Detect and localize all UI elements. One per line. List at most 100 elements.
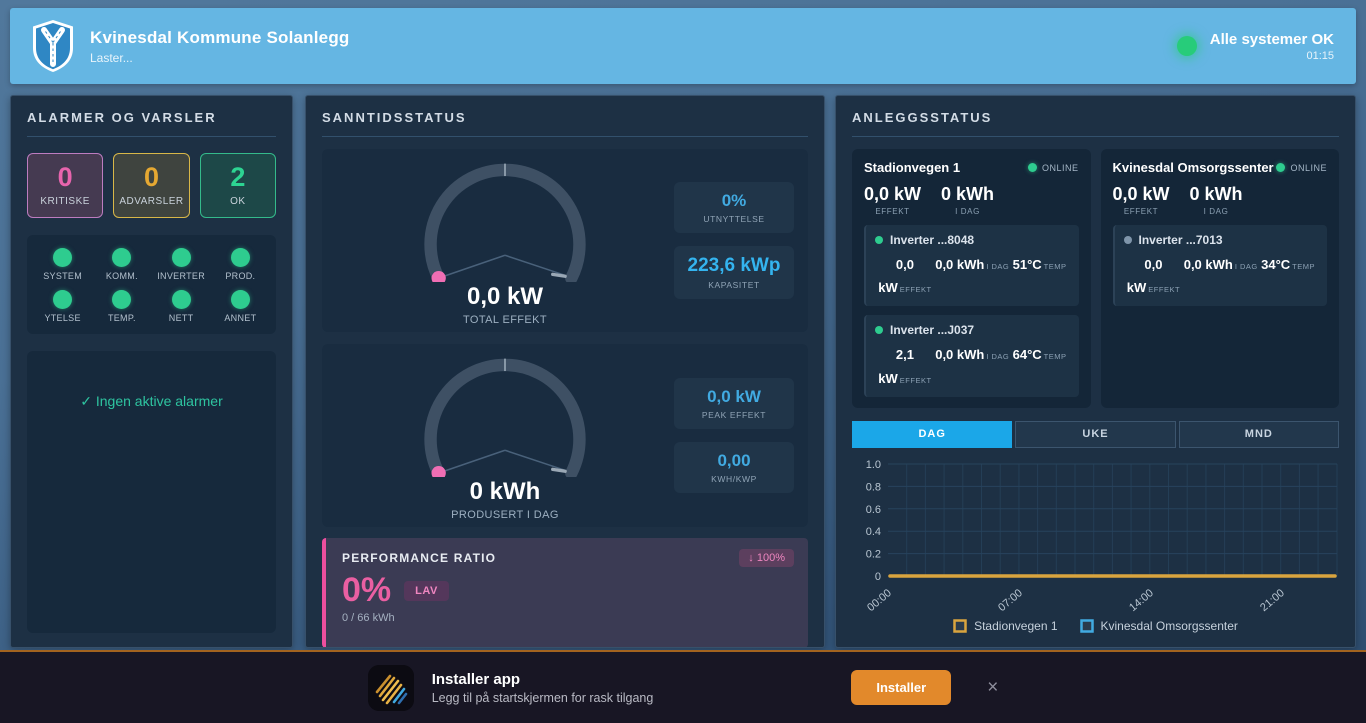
kommune-crest-icon: [32, 19, 74, 73]
counter-ok: 2 OK: [200, 153, 276, 218]
line-chart-icon: 1.0 0.8 0.6 0.4 0.2 0 00:00 07:00 14:00 …: [852, 454, 1341, 614]
counter-warnings-value: 0: [118, 163, 184, 193]
chart-period-tabs: DAG UKE MND: [852, 421, 1339, 448]
site-energy-label: I DAG: [941, 207, 994, 216]
inverter-name: Inverter ...7013: [1139, 233, 1223, 247]
inverter-name: Inverter ...J037: [890, 323, 974, 337]
inverter-energy-label: I DAG: [986, 262, 1009, 271]
green-dot-icon: [53, 290, 72, 309]
legend-label: Stadionvegen 1: [974, 619, 1057, 633]
gauge-icon: [389, 156, 621, 282]
gauge-icon: [389, 351, 621, 477]
inverter-temp-label: TEMP: [1044, 262, 1067, 271]
inverter-energy-label: I DAG: [1235, 262, 1258, 271]
performance-ratio-title: PERFORMANCE RATIO: [342, 551, 792, 565]
indicator-label: SYSTEM: [33, 271, 92, 281]
kwh-per-kwp-label: KWH/KWP: [679, 474, 789, 484]
kwh-per-kwp-stat: 0,00 KWH/KWP: [674, 442, 794, 493]
performance-detail: 0 / 66 kWh: [342, 612, 792, 624]
inverter-row: Inverter ...J037 2,1 kWEFFEKT 0,0 kWhI D…: [864, 315, 1079, 396]
kwh-per-kwp-value: 0,00: [679, 451, 789, 471]
green-dot-icon: [172, 248, 191, 267]
plant-status-panel: ANLEGGSSTATUS Stadionvegen 1 ONLINE 0,0 …: [835, 95, 1356, 648]
install-button[interactable]: Installer: [851, 670, 951, 705]
counter-critical-label: KRITISKE: [32, 196, 98, 207]
x-tick: 21:00: [1258, 587, 1287, 614]
inverter-temp-label: TEMP: [1292, 262, 1315, 271]
alarm-counters: 0 KRITISKE 0 ADVARSLER 2 OK: [27, 153, 276, 218]
indicator-temp: TEMP.: [92, 290, 151, 323]
tab-uke[interactable]: UKE: [1015, 421, 1175, 448]
site-card-stadionvegen: Stadionvegen 1 ONLINE 0,0 kW EFFEKT 0 kW…: [852, 149, 1091, 408]
legend-stadionvegen[interactable]: Stadionvegen 1: [953, 619, 1057, 633]
indicator-label: NETT: [152, 313, 211, 323]
counter-warnings: 0 ADVARSLER: [113, 153, 189, 218]
y-tick: 0.6: [866, 504, 881, 516]
active-alarms-list: ✓ Ingen aktive alarmer: [27, 351, 276, 633]
green-dot-icon: [112, 248, 131, 267]
legend-omsorgssenter[interactable]: Kvinesdal Omsorgssenter: [1080, 619, 1238, 633]
header-titles: Kvinesdal Kommune Solanlegg Laster...: [90, 28, 350, 65]
install-banner-title: Installer app: [432, 671, 654, 688]
utilization-value: 0%: [679, 191, 789, 211]
inverter-online-dot-icon: [875, 326, 883, 334]
inverter-power-label: EFFEKT: [1148, 285, 1180, 294]
daily-production-label: PRODUSERT I DAG: [451, 509, 559, 521]
tab-mnd[interactable]: MND: [1179, 421, 1339, 448]
legend-swatch-icon: [1080, 619, 1094, 633]
capacity-stat: 223,6 kWp KAPASITET: [674, 246, 794, 299]
chart-legend: Stadionvegen 1 Kvinesdal Omsorgssenter: [852, 619, 1339, 633]
inverter-name: Inverter ...8048: [890, 233, 974, 247]
install-app-banner: Installer app Legg til på startskjermen …: [0, 650, 1366, 723]
green-dot-icon: [231, 248, 250, 267]
alarms-panel-title: ALARMER OG VARSLER: [27, 110, 276, 137]
tab-dag[interactable]: DAG: [852, 421, 1012, 448]
y-tick: 0.8: [866, 481, 881, 493]
counter-warnings-label: ADVARSLER: [118, 196, 184, 207]
site-power-label: EFFEKT: [864, 207, 921, 216]
site-card-omsorgssenter: Kvinesdal Omsorgssenter ONLINE 0,0 kW EF…: [1101, 149, 1340, 408]
inverter-energy: 0,0 kWh: [1184, 257, 1233, 272]
inverter-power-label: EFFEKT: [900, 376, 932, 385]
install-banner-subtitle: Legg til på startskjermen for rask tilga…: [432, 691, 654, 705]
online-dot-icon: [1276, 163, 1285, 172]
page-title: Kvinesdal Kommune Solanlegg: [90, 28, 350, 48]
capacity-label: KAPASITET: [679, 280, 789, 290]
green-dot-icon: [172, 290, 191, 309]
x-tick: 14:00: [1127, 587, 1156, 614]
daily-production-gauge-card: 0 kWh PRODUSERT I DAG 0,0 kW PEAK EFFEKT…: [322, 344, 808, 527]
page-subtitle: Laster...: [90, 51, 350, 65]
realtime-panel: SANNTIDSSTATUS 0,0 kW TOTAL EFFEKT 0% UT…: [305, 95, 825, 648]
site-name: Kvinesdal Omsorgssenter: [1113, 160, 1274, 175]
inverter-standby-dot-icon: [1124, 236, 1132, 244]
legend-label: Kvinesdal Omsorgssenter: [1101, 619, 1238, 633]
performance-ratio-value: 0%: [342, 571, 391, 610]
inverter-power-label: EFFEKT: [900, 285, 932, 294]
indicator-prod: PROD.: [211, 248, 270, 281]
inverter-energy: 0,0 kWh: [935, 347, 984, 362]
capacity-value: 223,6 kWp: [679, 255, 789, 277]
site-power-value: 0,0 kW: [864, 184, 921, 205]
indicator-label: TEMP.: [92, 313, 151, 323]
total-power-value: 0,0 kW: [467, 283, 543, 311]
peak-power-stat: 0,0 kW PEAK EFFEKT: [674, 378, 794, 429]
system-status-text: Alle systemer OK: [1210, 31, 1334, 48]
site-name: Stadionvegen 1: [864, 160, 960, 175]
green-dot-icon: [112, 290, 131, 309]
utilization-label: UTNYTTELSE: [679, 214, 789, 224]
site-power-value: 0,0 kW: [1113, 184, 1170, 205]
status-indicator-grid: SYSTEM KOMM. INVERTER PROD. YTELSE TEMP.…: [27, 235, 276, 334]
x-tick: 07:00: [996, 587, 1025, 614]
close-icon[interactable]: ×: [987, 677, 998, 699]
indicator-label: ANNET: [211, 313, 270, 323]
x-tick: 00:00: [865, 587, 894, 614]
y-tick: 0: [875, 571, 881, 583]
production-chart: 1.0 0.8 0.6 0.4 0.2 0 00:00 07:00 14:00 …: [852, 454, 1339, 633]
realtime-panel-title: SANNTIDSSTATUS: [322, 110, 808, 137]
site-energy-value: 0 kWh: [941, 184, 994, 205]
indicator-label: YTELSE: [33, 313, 92, 323]
inverter-temp: 64°C: [1013, 347, 1042, 362]
app-logo-icon: [368, 665, 414, 711]
daily-production-value: 0 kWh: [470, 478, 541, 506]
indicator-annet: ANNET: [211, 290, 270, 323]
